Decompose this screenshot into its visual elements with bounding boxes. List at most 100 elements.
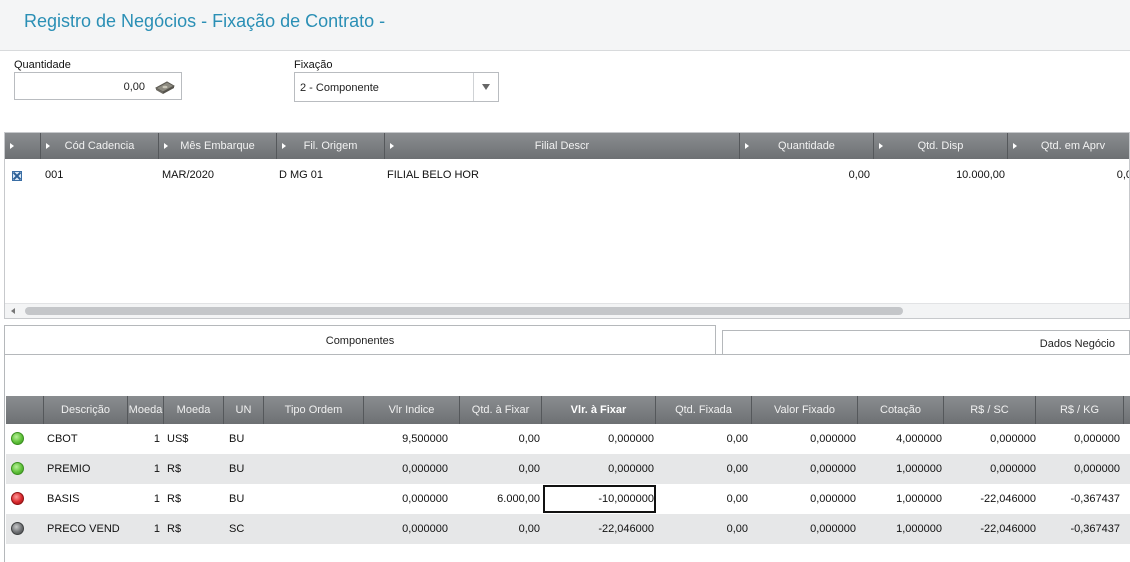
col-cod-cadencia[interactable]: Cód Cadencia [41,133,159,159]
cell-moeda-cod: 1 [153,523,160,535]
cell-descricao: CBOT [47,433,78,445]
cell-cotacao: 4,000000 [896,433,942,445]
fixacao-label: Fixação [294,59,333,71]
quantidade-value: 0,00 [123,81,145,93]
cell-rs-kg: 0,000000 [1074,433,1120,445]
col-rs-kg[interactable]: R$ / KG [1036,396,1124,424]
cell-qtd-a-fixar: 0,00 [518,463,540,475]
status-green-icon [11,462,24,475]
title-bar: Registro de Negócios - Fixação de Contra… [0,0,1130,51]
scrollbar-thumb[interactable] [25,307,903,315]
cell-qtd-a-fixar: 0,00 [518,433,540,445]
col-fil-origem[interactable]: Fil. Origem [277,133,385,159]
cell-vlr-indice: 9,500000 [402,433,448,445]
status-gray-icon [11,522,24,535]
cadencia-grid: Cód Cadencia Mês Embarque Fil. Origem Fi… [4,132,1130,319]
componentes-grid-header: Descrição Moeda Moeda UN Tipo Ordem Vlr … [6,396,1130,424]
cell-moeda: R$ [167,523,182,535]
cell-descricao: PRECO VEND [47,523,120,535]
scroll-left-icon[interactable] [11,308,15,314]
tab-componentes[interactable]: Componentes [4,325,716,355]
cell-moeda: R$ [167,493,182,505]
money-icon[interactable] [155,79,175,95]
col-descricao[interactable]: Descrição [44,396,128,424]
table-row[interactable]: BASIS 1 R$ BU 0,000000 6.000,00 -10,0000… [6,484,1130,514]
cell-rs-kg: 0,000000 [1074,463,1120,475]
checkbox-icon[interactable] [12,171,22,181]
quantidade-label: Quantidade [14,59,71,71]
chevron-down-icon [482,84,490,90]
cell-rs-sc: 0,000000 [990,433,1036,445]
cell-un: SC [229,523,245,535]
cell-vlr-indice: 0,000000 [402,463,448,475]
col-valor-fixado[interactable]: Valor Fixado [752,396,858,424]
cell-rs-sc: -22,046000 [980,493,1036,505]
cell-vlr-indice: 0,000000 [402,523,448,535]
cell-moeda: R$ [167,463,182,475]
cell-qtd-fixada: 0,00 [726,463,748,475]
tab-dados-negocio[interactable]: Dados Negócio [722,330,1130,355]
fixacao-select[interactable]: 2 - Componente [294,72,499,102]
cell-qtd-a-fixar: 6.000,00 [497,493,540,505]
col-qtd-disp[interactable]: Qtd. Disp [874,133,1008,159]
table-row[interactable]: CBOT 1 US$ BU 9,500000 0,00 0,000000 0,0… [6,424,1130,454]
cell-vlr-indice: 0,000000 [402,493,448,505]
col-vlr-indice[interactable]: Vlr Indice [364,396,460,424]
cell-descricao: PREMIO [47,463,91,475]
cell-moeda-cod: 1 [153,493,160,505]
cadencia-grid-header: Cód Cadencia Mês Embarque Fil. Origem Fi… [5,133,1129,159]
col-qtd-a-fixar[interactable]: Qtd. à Fixar [460,396,542,424]
col-tipo-ordem[interactable]: Tipo Ordem [264,396,364,424]
cell-qtd-disp: 10.000,00 [956,169,1005,181]
cell-vlr-a-fixar: 0,000000 [608,463,654,475]
status-red-icon [11,492,24,505]
cell-un: BU [229,433,245,445]
col-filial-descr[interactable]: Filial Descr [385,133,740,159]
fixacao-dropdown-button[interactable] [473,73,498,101]
cell-un: BU [229,463,245,475]
cell-rs-sc: 0,000000 [990,463,1036,475]
cell-moeda: US$ [167,433,189,445]
cell-moeda-cod: 1 [153,433,160,445]
cell-cotacao: 1,000000 [896,523,942,535]
col-quantidade[interactable]: Quantidade [740,133,874,159]
col-select[interactable] [5,133,41,159]
col-qtd-em-aprv[interactable]: Qtd. em Aprv [1008,133,1129,159]
col-qtd-fixada[interactable]: Qtd. Fixada [656,396,752,424]
cell-descricao: BASIS [47,493,80,505]
col-moeda[interactable]: Moeda [164,396,224,424]
cell-rs-kg: -0,367437 [1070,523,1120,535]
cell-qtd-a-fixar: 0,00 [518,523,540,535]
col-un[interactable]: UN [224,396,264,424]
col-moeda-cod[interactable]: Moeda [128,396,164,424]
fixacao-value: 2 - Componente [300,82,379,94]
cell-valor-fixado: 0,000000 [810,493,856,505]
status-green-icon [11,432,24,445]
cell-valor-fixado: 0,000000 [810,463,856,475]
cell-valor-fixado: 0,000000 [810,523,856,535]
cell-qtd-em-aprv: 0,0 [1116,169,1129,181]
col-status[interactable] [6,396,44,424]
cell-moeda-cod: 1 [153,463,160,475]
col-vlr-a-fixar[interactable]: Vlr. à Fixar [542,396,656,424]
cell-valor-fixado: 0,000000 [810,433,856,445]
cell-filial-descr: FILIAL BELO HOR [387,169,479,181]
cell-vlr-a-fixar: 0,000000 [608,433,654,445]
horizontal-scrollbar[interactable] [5,303,1129,318]
cell-rs-sc: -22,046000 [980,523,1036,535]
cell-un: BU [229,493,245,505]
cell-cotacao: 1,000000 [896,463,942,475]
cell-qtd-fixada: 0,00 [726,493,748,505]
col-rs-sc[interactable]: R$ / SC [944,396,1036,424]
cell-cotacao: 1,000000 [896,493,942,505]
col-cotacao[interactable]: Cotação [858,396,944,424]
cell-fil-origem: D MG 01 [279,169,324,181]
cell-mes-embarque: MAR/2020 [162,169,214,181]
cell-vlr-a-fixar[interactable]: -10,000000 [542,484,654,514]
quantidade-field[interactable]: 0,00 [14,72,182,100]
page-title: Registro de Negócios - Fixação de Contra… [24,11,386,31]
cell-qtd-fixada: 0,00 [726,433,748,445]
table-row[interactable]: PREMIO 1 R$ BU 0,000000 0,00 0,000000 0,… [6,454,1130,484]
table-row[interactable]: PRECO VEND 1 R$ SC 0,000000 0,00 -22,046… [6,514,1130,544]
col-mes-embarque[interactable]: Mês Embarque [159,133,277,159]
